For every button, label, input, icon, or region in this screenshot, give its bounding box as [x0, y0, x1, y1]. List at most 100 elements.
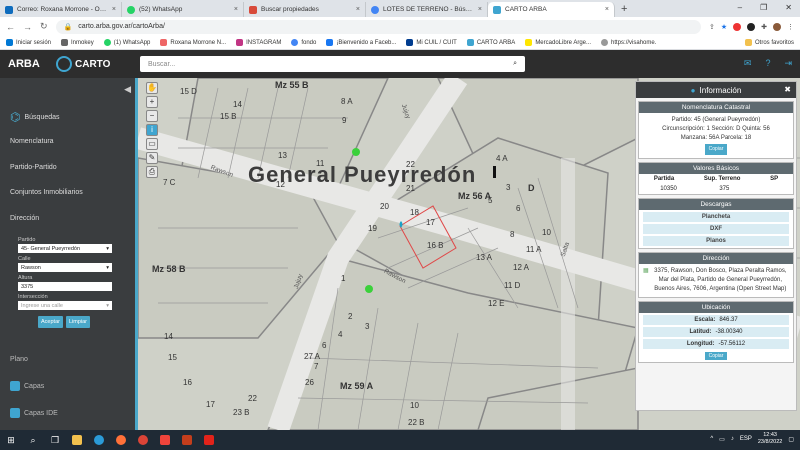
interseccion-select[interactable]: Ingrese una calle ▾ [18, 301, 112, 310]
browser-tab-google[interactable]: LOTES DE TERRENO - Búsqueda × [366, 2, 488, 17]
lot-label: 20 [380, 202, 389, 211]
chevron-up-icon[interactable]: ^ [710, 436, 713, 442]
powerpoint-icon[interactable] [176, 430, 198, 450]
zoom-in-icon[interactable]: + [146, 96, 158, 108]
close-tab-icon[interactable]: × [478, 6, 482, 13]
print-icon[interactable]: ⎙ [146, 166, 158, 178]
network-icon[interactable]: ▭ [719, 436, 725, 443]
descargas-section: Descargas Plancheta DXF Planos [638, 198, 794, 249]
limpiar-button[interactable]: Limpiar [65, 316, 91, 328]
section-title: Descargas [639, 199, 793, 210]
draw-icon[interactable]: ✎ [146, 152, 158, 164]
pan-hand-icon[interactable]: ✋ [146, 82, 158, 94]
aceptar-button[interactable]: Aceptar [38, 316, 63, 328]
notifications-icon[interactable]: ▢ [788, 436, 794, 443]
direccion-section: Dirección ▦ 3375, Rawson, Don Bosco, Pla… [638, 252, 794, 298]
lot-label: 3 [365, 322, 370, 331]
mail-icon[interactable]: ✉ [744, 58, 752, 69]
pdf-icon[interactable] [198, 430, 220, 450]
search-input[interactable]: Buscar... ⌕ [140, 56, 525, 72]
download-planos-link[interactable]: Planos [643, 236, 789, 246]
bookmark-item[interactable]: Iniciar sesión [6, 39, 51, 46]
back-icon[interactable]: ← [6, 22, 15, 32]
lot-label: 16 B [427, 241, 444, 250]
windows-start-icon[interactable]: ⊞ [0, 430, 22, 450]
bookmark-item[interactable]: (1) WhatsApp [103, 39, 150, 46]
altura-input[interactable]: 3375 [18, 282, 112, 291]
bookmark-item[interactable]: Mi CUIL / CUIT [406, 39, 457, 46]
sidebar-item-capas[interactable]: Capas [10, 381, 44, 391]
bookmark-item[interactable]: INSTAGRAM [236, 39, 281, 46]
forward-icon[interactable]: → [23, 22, 32, 32]
language-indicator[interactable]: ESP [740, 436, 752, 442]
google-icon [371, 5, 379, 14]
download-dxf-link[interactable]: DXF [643, 224, 789, 234]
volume-icon[interactable]: ♪ [731, 436, 734, 442]
sidebar-item-capas-ide[interactable]: Capas IDE [10, 408, 58, 418]
reload-icon[interactable]: ↻ [40, 21, 48, 32]
section-title: Nomenclatura Catastral [639, 102, 793, 113]
close-tab-icon[interactable]: × [356, 6, 360, 13]
copy-nomenclatura-button[interactable]: Copiar [704, 144, 728, 155]
browser-tab-outlook[interactable]: Correo: Roxana Morrone - Outlo × [0, 2, 122, 17]
url-field[interactable]: 🔒 carto.arba.gov.ar/cartoArba/ [55, 19, 701, 34]
bookmark-item[interactable]: Roxana Morrone N... [160, 39, 226, 46]
close-tab-icon[interactable]: × [112, 6, 116, 13]
profile-avatar[interactable] [773, 22, 781, 31]
close-icon[interactable]: ✖ [784, 85, 791, 94]
minimize-icon[interactable]: – [738, 3, 742, 12]
bookmark-item[interactable]: ¡Bienvenido a Faceb... [326, 39, 396, 46]
extension-icon[interactable] [733, 22, 742, 31]
inmokey-icon [61, 39, 69, 46]
location-pin-icon: ● [690, 85, 696, 95]
chrome-icon[interactable] [132, 430, 154, 450]
sidebar-item-busquedas[interactable]: ⌬ Búsquedas [10, 110, 60, 124]
calle-select[interactable]: Rawson ▾ [18, 263, 112, 272]
close-tab-icon[interactable]: × [234, 6, 238, 13]
browser-tab-carto[interactable]: CARTO ARBA × [488, 2, 615, 17]
info-panel: ● Información ✖ Nomenclatura Catastral P… [635, 81, 797, 411]
other-bookmarks[interactable]: Otros favoritos [744, 39, 794, 46]
extension-icon[interactable] [747, 22, 756, 31]
new-tab-button[interactable]: + [615, 2, 633, 17]
partido-select[interactable]: 45- General Pueyrredón ▾ [18, 244, 112, 253]
maximize-icon[interactable]: ❐ [760, 3, 767, 12]
share-icon[interactable]: ⇪ [709, 23, 715, 31]
task-view-icon[interactable]: ❐ [44, 430, 66, 450]
sidebar-item-partido[interactable]: Partido-Partido [10, 164, 57, 171]
search-icon[interactable]: ⌕ [513, 60, 517, 68]
bookmark-item[interactable]: CARTO ARBA [466, 39, 515, 46]
lot-label: 12 A [513, 263, 530, 272]
sidebar-item-direccion[interactable]: Dirección [10, 215, 39, 222]
close-tab-icon[interactable]: × [605, 6, 609, 13]
help-icon[interactable]: ? [765, 58, 770, 69]
info-icon[interactable]: i [146, 124, 158, 136]
download-plancheta-link[interactable]: Plancheta [643, 212, 789, 222]
clock[interactable]: 12:43 23/8/2022 [758, 432, 782, 446]
file-explorer-icon[interactable] [66, 430, 88, 450]
close-window-icon[interactable]: ✕ [785, 3, 792, 12]
sidebar-item-nomenclatura[interactable]: Nomenclatura [10, 138, 54, 145]
login-icon[interactable]: ⇥ [784, 58, 792, 69]
star-icon[interactable]: ★ [721, 23, 727, 31]
edge-icon[interactable] [88, 430, 110, 450]
collapse-sidebar-icon[interactable]: ◀ [124, 84, 131, 95]
firefox-icon[interactable] [110, 430, 132, 450]
manzana-label: Mz 56 A [458, 191, 492, 201]
search-icon[interactable]: ⌕ [22, 430, 44, 450]
bookmark-item[interactable]: fondo [291, 39, 316, 46]
browser-tab-propiedades[interactable]: Buscar propiedades × [244, 2, 366, 17]
zoom-out-icon[interactable]: − [146, 110, 158, 122]
copy-ubicacion-button[interactable]: Copiar [704, 352, 728, 360]
measure-icon[interactable]: ▭ [146, 138, 158, 150]
browser-tab-whatsapp[interactable]: (52) WhatsApp × [122, 2, 244, 17]
sidebar-item-plano[interactable]: Plano [10, 356, 28, 363]
puzzle-icon[interactable]: ✚ [761, 23, 767, 31]
anydesk-icon[interactable] [154, 430, 176, 450]
bookmark-item[interactable]: Inmokey [61, 39, 94, 46]
bookmark-item[interactable]: MercadoLibre Arge... [525, 39, 591, 46]
valores-section: Valores Básicos Partida Sup. Terreno SP … [638, 162, 794, 195]
sidebar-item-conjuntos[interactable]: Conjuntos Inmobiliarios [10, 189, 83, 196]
bookmark-item[interactable]: https://visahome. [601, 39, 656, 46]
menu-icon[interactable]: ⋮ [787, 23, 794, 31]
